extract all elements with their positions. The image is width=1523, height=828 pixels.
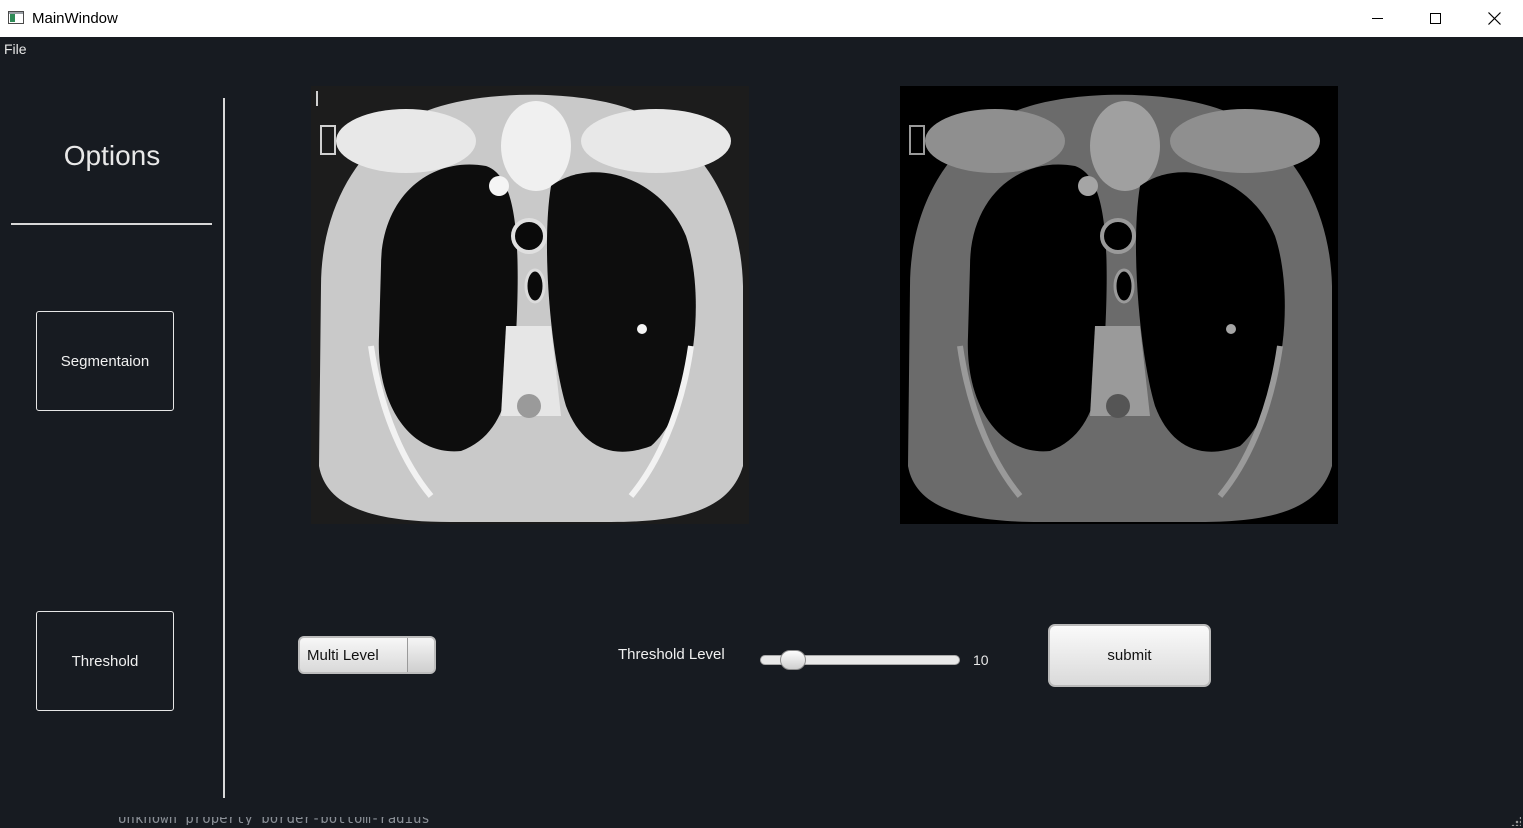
threshold-button[interactable]: Threshold [36, 611, 174, 711]
options-divider [11, 223, 212, 225]
mode-select[interactable]: Multi Level [298, 636, 436, 674]
segmented-image [900, 86, 1338, 524]
maximize-icon [1429, 13, 1441, 24]
maximize-button[interactable] [1406, 0, 1464, 37]
mode-select-value: Multi Level [307, 647, 379, 664]
threshold-slider[interactable] [760, 650, 960, 670]
title-bar: MainWindow [0, 0, 1523, 37]
minimize-icon [1371, 18, 1383, 19]
sidebar-divider [223, 98, 225, 798]
menu-bar: File [0, 37, 1523, 59]
app-window-icon [8, 11, 24, 24]
minimize-button[interactable] [1348, 0, 1406, 37]
status-text: Unknown property border-bottom-radius [118, 817, 430, 825]
options-heading: Options [63, 140, 161, 171]
submit-button[interactable]: submit [1048, 624, 1211, 687]
menu-file[interactable]: File [4, 41, 27, 57]
dropdown-arrow-icon[interactable] [407, 638, 434, 672]
resize-grip-icon[interactable] [1511, 817, 1521, 826]
status-strip: Unknown property border-bottom-radius [0, 817, 1523, 828]
window-title: MainWindow [32, 10, 118, 27]
original-image [311, 86, 749, 524]
threshold-value: 10 [973, 652, 989, 668]
close-icon [1487, 12, 1501, 25]
threshold-level-label: Threshold Level [618, 646, 725, 663]
segmentation-button[interactable]: Segmentaion [36, 311, 174, 411]
slider-handle[interactable] [779, 650, 806, 670]
close-button[interactable] [1465, 0, 1523, 37]
